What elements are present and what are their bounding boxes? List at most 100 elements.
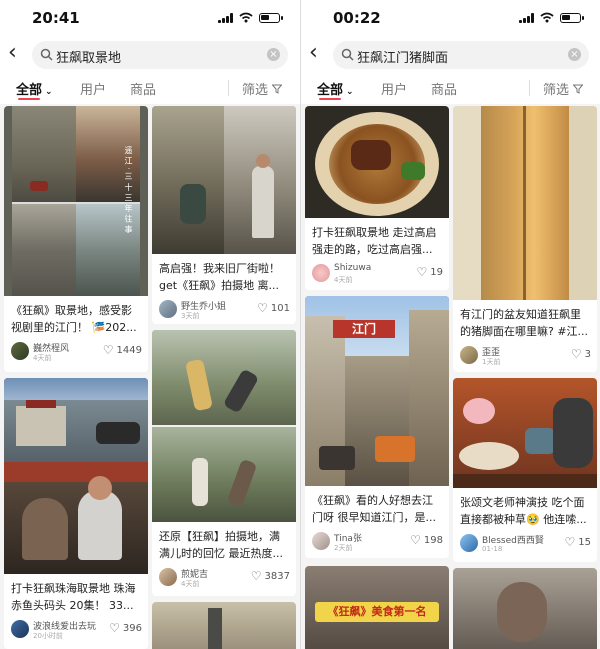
wifi-icon bbox=[239, 12, 253, 23]
chevron-left-icon[interactable]: ‹ bbox=[8, 41, 17, 65]
like-count[interactable]: ♡ 101 bbox=[257, 302, 290, 314]
note-title: 张颂文老师神演技 吃个面直接都被种草🥹 他连嗦... bbox=[460, 496, 587, 526]
tab-all[interactable]: 全部 ⌄ bbox=[16, 79, 53, 100]
like-count[interactable]: ♡ 3 bbox=[571, 348, 591, 360]
note-card[interactable]: 江门 《狂飙》看的人好想去江门呀 很早知道江门，是... Tina张 2天前 ♡… bbox=[305, 296, 449, 558]
battery-icon bbox=[259, 12, 283, 23]
filter-tabs: 全部 ⌄ 用户 商品 筛选 bbox=[301, 72, 600, 104]
post-date: 4天前 bbox=[181, 580, 200, 588]
like-count[interactable]: ♡ 15 bbox=[565, 536, 592, 548]
heart-icon: ♡ bbox=[257, 301, 268, 315]
like-count[interactable]: ♡ 3837 bbox=[251, 570, 290, 582]
note-cover-image bbox=[152, 602, 296, 649]
note-title: 《狂飙》看的人好想去江门呀 很早知道江门，是... bbox=[312, 494, 436, 524]
note-card[interactable]: 打卡狂飙取景地 走过高启强走的路，吃过高启强... Shizuwa 4天前 ♡ 1… bbox=[305, 106, 449, 290]
heart-icon: ♡ bbox=[410, 533, 421, 547]
note-cover-image bbox=[305, 106, 449, 218]
like-count[interactable]: ♡ 19 bbox=[417, 266, 444, 278]
note-cover-image: 《狂飙》美食第一名 bbox=[305, 566, 449, 649]
search-input[interactable]: 狂飙江门猪脚面 × bbox=[333, 41, 589, 69]
note-title: 还原【狂飙】拍摄地，满满儿时的回忆 最近热度... bbox=[159, 530, 283, 560]
tab-users[interactable]: 用户 bbox=[80, 79, 106, 98]
tab-products[interactable]: 商品 bbox=[130, 79, 156, 98]
avatar bbox=[159, 300, 177, 318]
cover-overlay-text: 遥 江 · 三 十 三 年 往 事 bbox=[124, 146, 133, 233]
avatar bbox=[11, 620, 29, 638]
note-card[interactable] bbox=[453, 568, 597, 649]
heart-icon: ♡ bbox=[416, 265, 428, 279]
post-date: 2天前 bbox=[334, 544, 353, 552]
avatar bbox=[460, 346, 478, 364]
search-icon bbox=[40, 48, 53, 61]
avatar bbox=[312, 532, 330, 550]
post-date: 4天前 bbox=[33, 354, 52, 362]
cellular-signal-icon bbox=[218, 12, 233, 23]
note-card[interactable]: 打卡狂飙珠海取景地 珠海赤鱼头码头 20集！ 33... 波浪线爱出去玩 20小… bbox=[4, 378, 148, 649]
filter-icon bbox=[271, 84, 283, 94]
note-cover-image bbox=[453, 378, 597, 488]
status-bar: 20:41 bbox=[0, 0, 300, 36]
like-count[interactable]: ♡ 1449 bbox=[103, 344, 142, 356]
filter-button[interactable]: 筛选 bbox=[242, 79, 283, 98]
heart-icon: ♡ bbox=[102, 343, 114, 357]
note-cover-image: 遥 江 · 三 十 三 年 往 事 bbox=[4, 106, 148, 296]
tab-users[interactable]: 用户 bbox=[381, 79, 407, 98]
right-phone-screen: 00:22 ‹ 狂飙江门猪脚面 × 全部 ⌄ 用户 商品 筛选 打卡狂飙取景地 走… bbox=[300, 0, 600, 649]
note-card[interactable]: 《狂飙》美食第一名 bbox=[305, 566, 449, 649]
chevron-down-icon: ⌄ bbox=[346, 87, 354, 97]
avatar bbox=[312, 264, 330, 282]
chevron-down-icon: ⌄ bbox=[45, 87, 53, 97]
shop-sign: 江门 bbox=[333, 320, 395, 338]
search-query: 狂飙取景地 bbox=[56, 51, 122, 66]
note-card[interactable] bbox=[152, 602, 296, 649]
cover-banner-text: 《狂飙》美食第一名 bbox=[315, 602, 439, 622]
clear-icon[interactable]: × bbox=[568, 48, 581, 61]
like-count[interactable]: ♡ 396 bbox=[109, 622, 142, 634]
post-date: 20小时前 bbox=[33, 632, 63, 640]
battery-icon bbox=[560, 12, 584, 23]
note-cover-image: 江门 bbox=[305, 296, 449, 486]
note-title: 《狂飙》取景地，感受影视剧里的江门！ 🎏202... bbox=[11, 304, 137, 334]
heart-icon: ♡ bbox=[250, 569, 262, 583]
post-date: 3天前 bbox=[181, 312, 200, 320]
note-card[interactable]: 还原【狂飙】拍摄地，满满儿时的回忆 最近热度... 煎妮吉 4天前 ♡ 3837 bbox=[152, 330, 296, 596]
heart-icon: ♡ bbox=[564, 535, 576, 549]
clear-icon[interactable]: × bbox=[267, 48, 280, 61]
note-cover-image bbox=[152, 106, 296, 254]
tab-products[interactable]: 商品 bbox=[431, 79, 457, 98]
search-input[interactable]: 狂飙取景地 × bbox=[32, 41, 288, 69]
tab-all[interactable]: 全部 ⌄ bbox=[317, 79, 354, 100]
heart-icon: ♡ bbox=[109, 621, 120, 635]
note-cover-image bbox=[152, 330, 296, 522]
post-date: 1天前 bbox=[482, 358, 501, 366]
author-name: Shizuwa bbox=[334, 263, 372, 273]
note-cover-image bbox=[4, 378, 148, 574]
filter-button[interactable]: 筛选 bbox=[543, 79, 584, 98]
chevron-left-icon[interactable]: ‹ bbox=[309, 41, 318, 65]
note-title: 打卡狂飙取景地 走过高启强走的路，吃过高启强... bbox=[312, 226, 437, 256]
heart-icon: ♡ bbox=[570, 347, 582, 361]
note-card[interactable]: 遥 江 · 三 十 三 年 往 事 《狂飙》取景地，感受影视剧里的江门！ 🎏20… bbox=[4, 106, 148, 372]
search-query: 狂飙江门猪脚面 bbox=[357, 51, 449, 66]
note-card[interactable]: 有江门的盆友知道狂飙里的猪脚面在哪里嘛? #江... 歪歪 1天前 ♡ 3 bbox=[453, 106, 597, 372]
avatar bbox=[11, 342, 29, 360]
cellular-signal-icon bbox=[519, 12, 534, 23]
status-time: 20:41 bbox=[32, 9, 80, 27]
wifi-icon bbox=[540, 12, 554, 23]
note-card[interactable]: 高启强！我来旧厂街啦！get《狂飙》拍摄地 离... 野生乔小姐 3天前 ♡ 10… bbox=[152, 106, 296, 324]
post-date: 01-18 bbox=[482, 545, 503, 553]
status-bar: 00:22 bbox=[301, 0, 600, 36]
filter-icon bbox=[572, 84, 584, 94]
avatar bbox=[159, 568, 177, 586]
note-card[interactable]: 张颂文老师神演技 吃个面直接都被种草🥹 他连嗦... Blessed西西賢 01… bbox=[453, 378, 597, 562]
search-icon bbox=[341, 48, 354, 61]
note-title: 打卡狂飙珠海取景地 珠海赤鱼头码头 20集！ 33... bbox=[11, 582, 136, 612]
avatar bbox=[460, 534, 478, 552]
left-phone-screen: 20:41 ‹ 狂飙取景地 × 全部⌄ 用户 商品 筛选 遥 江 · 三 十 bbox=[0, 0, 300, 649]
note-title: 高启强！我来旧厂街啦！get《狂飙》拍摄地 离... bbox=[159, 262, 280, 292]
search-header: ‹ 狂飙江门猪脚面 × bbox=[301, 36, 600, 72]
like-count[interactable]: ♡ 198 bbox=[410, 534, 443, 546]
note-title: 有江门的盆友知道狂飙里的猪脚面在哪里嘛? #江... bbox=[460, 308, 589, 338]
note-cover-image bbox=[453, 106, 597, 300]
search-header: ‹ 狂飙取景地 × bbox=[0, 36, 300, 72]
